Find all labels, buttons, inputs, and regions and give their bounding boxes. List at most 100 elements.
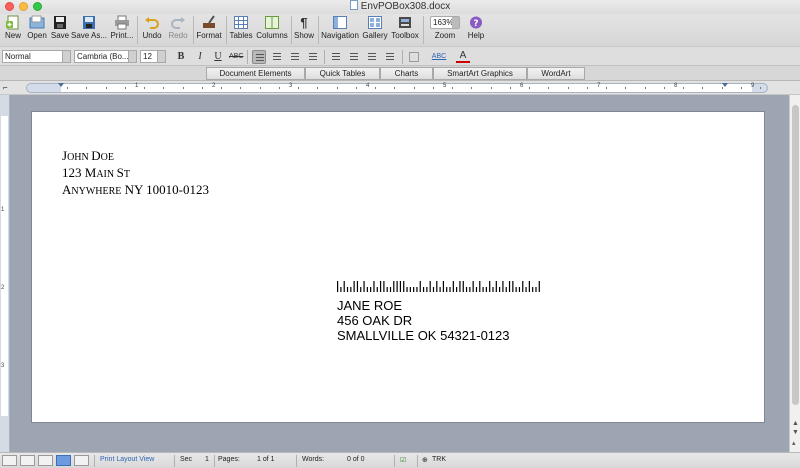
table-grid-icon <box>233 15 249 30</box>
ruler-tick <box>317 87 319 89</box>
align-right-button[interactable] <box>288 50 302 64</box>
status-separator <box>174 455 175 467</box>
tab-charts[interactable]: Charts <box>380 67 433 80</box>
toolbox-button[interactable]: Toolbox <box>390 14 420 46</box>
undo-arrow-icon <box>144 15 160 30</box>
align-center-icon <box>273 53 281 60</box>
tab-smartart-graphics[interactable]: SmartArt Graphics <box>433 67 527 80</box>
justify-icon <box>309 53 317 60</box>
columns-button[interactable]: Columns <box>256 14 288 46</box>
zoom-control[interactable]: 163% Zoom <box>426 14 464 46</box>
strikethrough-button[interactable]: ABC <box>229 50 243 64</box>
font-size-value: 12 <box>143 52 152 61</box>
ruler-number: 1 <box>135 83 139 89</box>
vertical-ruler-number: 2 <box>1 285 5 291</box>
return-city-part: A <box>62 182 72 197</box>
bullet-list-button[interactable] <box>347 50 361 64</box>
ruler-tick <box>509 87 511 89</box>
align-left-button[interactable] <box>252 50 266 64</box>
format-button[interactable]: Format <box>195 14 223 46</box>
outline-view-button[interactable] <box>20 455 35 466</box>
envelope-page[interactable]: JOHN DOE 123 MAIN ST ANYWHERE NY 10010-0… <box>31 111 765 423</box>
barcode-bar <box>376 287 378 292</box>
tables-button[interactable]: Tables <box>228 14 254 46</box>
publishing-view-button[interactable] <box>38 455 53 466</box>
italic-button[interactable]: I <box>193 50 207 64</box>
horizontal-ruler[interactable]: 1 2 3 4 5 6 7 8 9 <box>26 83 768 93</box>
print-layout-view-button[interactable] <box>56 455 71 466</box>
vertical-scrollbar[interactable]: ▲ ▼ ▴ <box>789 95 800 452</box>
font-select[interactable]: Cambria (Bo... <box>74 50 137 63</box>
help-button[interactable]: ? Help <box>466 14 486 46</box>
notebook-view-button[interactable] <box>74 455 89 466</box>
document-icon <box>349 0 358 10</box>
barcode-bar <box>495 281 497 292</box>
ruler-tick <box>298 87 299 89</box>
save-as-button[interactable]: Save As... <box>71 14 107 46</box>
tab-quick-tables[interactable]: Quick Tables <box>305 67 380 80</box>
ruler-number: 8 <box>674 83 678 89</box>
vertical-ruler[interactable]: 1 2 3 <box>0 95 10 452</box>
return-address[interactable]: JOHN DOE 123 MAIN ST ANYWHERE NY 10010-0… <box>62 148 209 199</box>
barcode-bar <box>538 281 540 292</box>
status-separator <box>394 455 395 467</box>
underline-button[interactable]: U <box>211 50 225 64</box>
style-select[interactable]: Normal <box>2 50 71 63</box>
numbered-list-button[interactable] <box>329 50 343 64</box>
tab-stop-selector[interactable]: ⌐ <box>3 83 13 93</box>
gallery-icon <box>367 15 383 30</box>
print-button[interactable]: Print... <box>109 14 135 46</box>
ruler-tick <box>721 87 723 89</box>
ruler-tick <box>375 87 376 89</box>
recipient-city: SMALLVILLE OK 54321-0123 <box>337 328 510 343</box>
left-indent-marker[interactable] <box>58 83 64 87</box>
ruler-number: 6 <box>520 83 524 89</box>
barcode-bar <box>492 287 494 292</box>
scroll-thumb[interactable] <box>792 105 799 405</box>
track-changes-label[interactable]: TRK <box>432 456 446 463</box>
barcode-bar <box>386 287 388 292</box>
help-label: Help <box>467 31 485 40</box>
ruler-tick <box>336 87 338 89</box>
barcode-bar <box>436 281 438 292</box>
previous-page-icon[interactable]: ▴ <box>792 439 796 447</box>
font-color-button[interactable]: A <box>456 50 470 63</box>
chevron-down-icon <box>62 51 70 62</box>
align-center-button[interactable] <box>270 50 284 64</box>
open-button[interactable]: Open <box>26 14 48 46</box>
recipient-address[interactable]: JANE ROE 456 OAK DR SMALLVILLE OK 54321-… <box>337 298 510 343</box>
gallery-button[interactable]: Gallery <box>362 14 388 46</box>
spelling-check-icon[interactable]: ☑ <box>400 456 406 464</box>
barcode-bar <box>452 281 454 292</box>
ruler-tick <box>86 87 88 89</box>
scroll-up-icon[interactable]: ▲ <box>792 420 799 427</box>
draft-view-button[interactable] <box>2 455 17 466</box>
print-label: Print... <box>110 31 134 40</box>
redo-button[interactable]: Redo <box>166 14 190 46</box>
decrease-indent-button[interactable] <box>365 50 379 64</box>
ruler-tick <box>67 87 68 89</box>
save-button[interactable]: Save <box>50 14 70 46</box>
navigation-button[interactable]: Navigation <box>320 14 360 46</box>
right-indent-marker[interactable] <box>722 83 728 87</box>
undo-button[interactable]: Undo <box>140 14 164 46</box>
font-size-select[interactable]: 12 <box>140 50 166 63</box>
ruler-tick <box>432 87 434 89</box>
tab-wordart[interactable]: WordArt <box>527 67 585 80</box>
show-button[interactable]: ¶ Show <box>293 14 315 46</box>
save-as-icon <box>81 15 97 30</box>
recipient-name: JANE ROE <box>337 298 403 313</box>
highlight-button[interactable]: ABC <box>430 50 448 64</box>
barcode-bar <box>499 287 501 292</box>
zoom-select[interactable]: 163% <box>430 16 460 29</box>
bold-button[interactable]: B <box>174 50 188 64</box>
scroll-down-icon[interactable]: ▼ <box>792 429 799 436</box>
justify-button[interactable] <box>306 50 320 64</box>
increase-indent-button[interactable] <box>383 50 397 64</box>
barcode-bar <box>446 287 448 292</box>
new-button[interactable]: New <box>2 14 24 46</box>
barcode-bar <box>370 287 372 292</box>
barcode-bar <box>363 281 365 292</box>
tab-document-elements[interactable]: Document Elements <box>206 67 305 80</box>
borders-button[interactable] <box>407 50 421 64</box>
